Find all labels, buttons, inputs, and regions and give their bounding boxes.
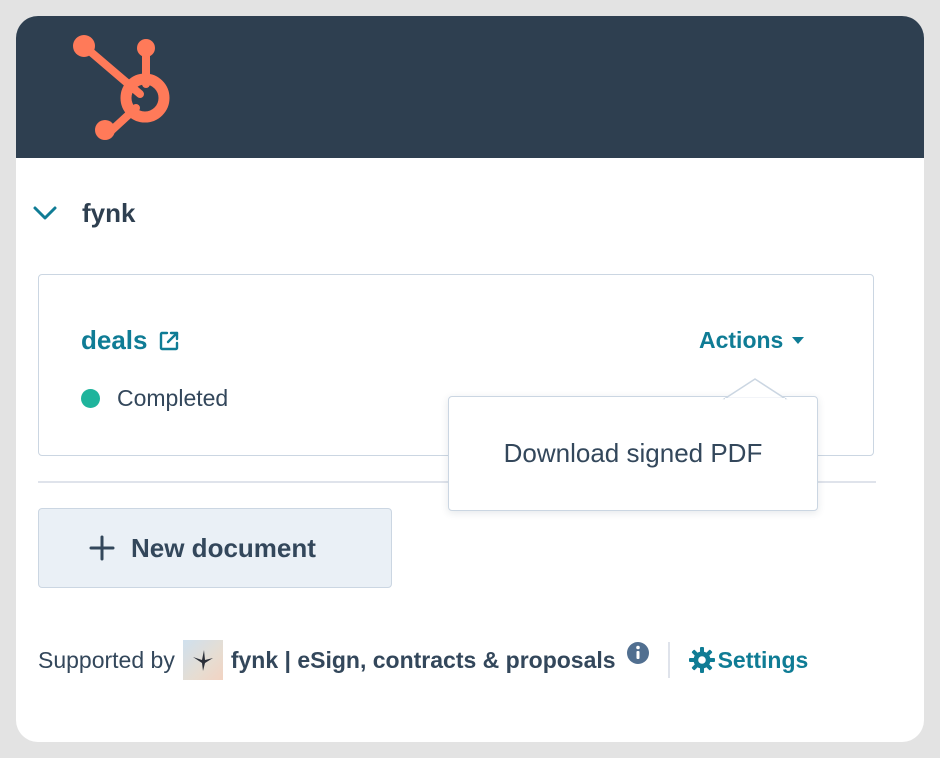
document-link[interactable]: deals — [81, 325, 180, 356]
bird-icon — [192, 650, 213, 671]
external-link-icon[interactable] — [158, 330, 180, 352]
settings-link[interactable]: Settings — [688, 646, 809, 674]
status-dot — [81, 389, 100, 408]
menu-item-download-signed-pdf[interactable]: Download signed PDF — [449, 397, 817, 510]
actions-menu: Download signed PDF — [448, 378, 818, 511]
section-title: fynk — [82, 197, 136, 228]
info-icon[interactable] — [626, 641, 650, 665]
chevron-down-icon[interactable] — [32, 200, 58, 226]
supported-by-text: Supported by — [38, 646, 175, 673]
app-name: fynk | eSign, contracts & proposals — [230, 646, 616, 673]
crm-card: fynk deals Completed Actions New documen… — [16, 16, 924, 742]
actions-label[interactable]: Actions — [699, 327, 783, 354]
section-header[interactable]: fynk — [32, 198, 135, 228]
actions-dropdown-button[interactable]: Actions — [699, 327, 805, 354]
new-document-label[interactable]: New document — [131, 533, 316, 564]
vertical-separator — [667, 642, 670, 678]
header-bar — [16, 16, 924, 158]
gear-icon[interactable] — [688, 646, 716, 674]
settings-label[interactable]: Settings — [718, 647, 809, 674]
fynk-app-logo — [182, 640, 223, 680]
new-document-button[interactable]: New document — [38, 508, 392, 588]
plus-icon[interactable] — [89, 535, 115, 561]
status-text: Completed — [117, 385, 229, 411]
hubspot-logo-icon — [73, 35, 170, 140]
status: Completed — [81, 385, 228, 412]
footer: Supported by fynk | eSign, contracts & p… — [38, 640, 808, 680]
menu-pointer — [722, 378, 788, 402]
document-name[interactable]: deals — [81, 325, 148, 356]
caret-down-icon[interactable] — [792, 336, 805, 345]
